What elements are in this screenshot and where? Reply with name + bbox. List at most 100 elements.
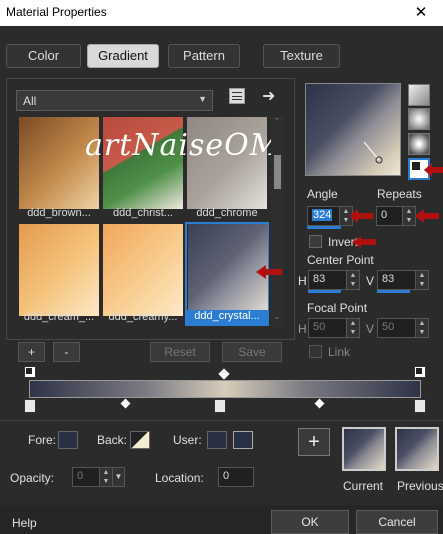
gradient-preview[interactable] (305, 83, 401, 176)
tab-color[interactable]: Color (6, 44, 81, 68)
arrow-right-icon[interactable]: ➜ (262, 86, 275, 106)
user-label: User: (173, 433, 202, 447)
start-color-marker[interactable] (24, 366, 36, 378)
tab-pattern[interactable]: Pattern (168, 44, 240, 68)
focal-h-value: 50 (313, 321, 326, 333)
focal-h-label: H (298, 322, 307, 336)
back-color-swatch[interactable] (130, 431, 150, 449)
red-arrow-icon (256, 265, 282, 279)
swatch-creamy[interactable] (103, 224, 183, 316)
style-rectangular-button[interactable] (408, 108, 430, 130)
fore-color-swatch[interactable] (58, 431, 78, 449)
opacity-spinner-icon[interactable]: ▲ ▼ (99, 468, 112, 486)
close-icon[interactable]: ✕ (399, 0, 443, 26)
chevron-down-icon: ▼ (198, 94, 207, 104)
location-label: Location: (155, 471, 204, 485)
angle-value: 324 (312, 209, 333, 221)
swatch-label: ddd_christ... (113, 207, 173, 219)
invert-checkbox[interactable] (309, 235, 322, 248)
title-bar: Material Properties ✕ (0, 0, 443, 26)
tab-gradient[interactable]: Gradient (87, 44, 159, 68)
swatch-label: ddd_chrome (196, 207, 258, 219)
user-color-swatch-2[interactable] (233, 431, 253, 449)
repeats-label: Repeats (377, 187, 422, 201)
swatch-label: ddd_brown... (27, 207, 91, 219)
focal-v-value: 50 (382, 321, 395, 333)
fore-label: Fore: (28, 433, 57, 447)
scrollbar-thumb[interactable] (274, 155, 281, 189)
opacity-value: 0 (77, 470, 84, 482)
swatch-label: ddd_creamy... (108, 311, 178, 323)
current-material-swatch[interactable] (342, 427, 386, 471)
color-stop[interactable] (24, 399, 36, 413)
red-arrow-icon (424, 163, 443, 177)
divider (0, 420, 443, 421)
window-title: Material Properties (6, 5, 107, 19)
focal-v-input[interactable]: 50 ▲ ▼ (377, 318, 429, 338)
focal-h-input[interactable]: 50 ▲ ▼ (308, 318, 360, 338)
center-v-slider[interactable] (377, 290, 410, 293)
chevron-down-icon[interactable]: ▼ (112, 468, 124, 486)
angle-label: Angle (307, 187, 338, 201)
cancel-button[interactable]: Cancel (356, 510, 438, 534)
add-to-swatches-button[interactable]: + (298, 428, 330, 456)
center-v-label: V (366, 274, 375, 288)
angle-handle[interactable] (306, 84, 402, 177)
tab-texture[interactable]: Texture (263, 44, 340, 68)
focal-v-spinner-icon[interactable]: ▲ ▼ (415, 319, 428, 337)
user-color-swatch[interactable] (207, 431, 227, 449)
location-input[interactable]: 0 (218, 467, 254, 487)
library-icon[interactable] (229, 88, 245, 104)
focal-h-spinner-icon[interactable]: ▲ ▼ (346, 319, 359, 337)
center-h-spinner-icon[interactable]: ▲ ▼ (346, 271, 359, 289)
save-button[interactable]: Save (222, 342, 282, 362)
color-stop[interactable] (214, 399, 226, 413)
watermark-signature: artNaiseOM (85, 128, 282, 163)
focal-point-label: Focal Point (307, 301, 368, 315)
back-label: Back: (97, 433, 128, 447)
link-label: Link (328, 345, 351, 359)
opacity-label: Opacity: (10, 471, 55, 485)
current-label: Current (343, 479, 384, 493)
repeats-input[interactable]: 0 ▲ ▼ (376, 206, 416, 226)
center-h-input[interactable]: 83 ▲ ▼ (308, 270, 360, 290)
swatch-scrollbar[interactable]: ⌃ ⌄ (271, 117, 284, 327)
swatch-cream[interactable] (19, 224, 99, 316)
opacity-input[interactable]: 0 ▲ ▼ ▼ (72, 467, 125, 487)
angle-input[interactable]: 324 ▲ ▼ (307, 206, 353, 226)
previous-material-swatch[interactable] (395, 427, 439, 471)
midpoint-diamond[interactable] (218, 368, 230, 380)
focal-v-label: V (366, 322, 375, 336)
center-h-value: 83 (313, 273, 326, 285)
color-stop[interactable] (414, 399, 426, 413)
red-arrow-icon (352, 236, 376, 248)
style-linear-button[interactable] (408, 84, 430, 106)
help-link[interactable]: Help (12, 516, 37, 530)
midpoint-diamond[interactable] (314, 398, 325, 409)
end-color-marker[interactable] (414, 366, 426, 378)
red-arrow-icon (349, 209, 373, 223)
red-arrow-icon (415, 209, 439, 223)
gradient-bar[interactable] (29, 380, 421, 398)
location-value: 0 (223, 470, 230, 482)
category-value: All (23, 94, 37, 108)
style-sunburst-button[interactable] (408, 133, 430, 155)
center-v-input[interactable]: 83 ▲ ▼ (377, 270, 429, 290)
swatch-label: ddd_cream_... (23, 311, 95, 323)
category-dropdown[interactable]: All ▼ (16, 90, 213, 111)
center-v-value: 83 (382, 273, 395, 285)
link-checkbox[interactable] (309, 345, 322, 358)
ok-button[interactable]: OK (271, 510, 349, 534)
previous-label: Previous (397, 479, 443, 493)
center-h-slider[interactable] (308, 290, 341, 293)
center-h-label: H (298, 274, 307, 288)
center-v-spinner-icon[interactable]: ▲ ▼ (415, 271, 428, 289)
midpoint-diamond[interactable] (120, 398, 131, 409)
swatch-label-selected: ddd_crystal... (186, 310, 268, 324)
center-point-label: Center Point (307, 253, 374, 267)
angle-slider[interactable] (307, 226, 341, 229)
remove-button[interactable]: - (53, 342, 80, 362)
add-button[interactable]: + (18, 342, 45, 362)
reset-button[interactable]: Reset (150, 342, 210, 362)
repeats-spinner-icon[interactable]: ▲ ▼ (402, 207, 415, 225)
